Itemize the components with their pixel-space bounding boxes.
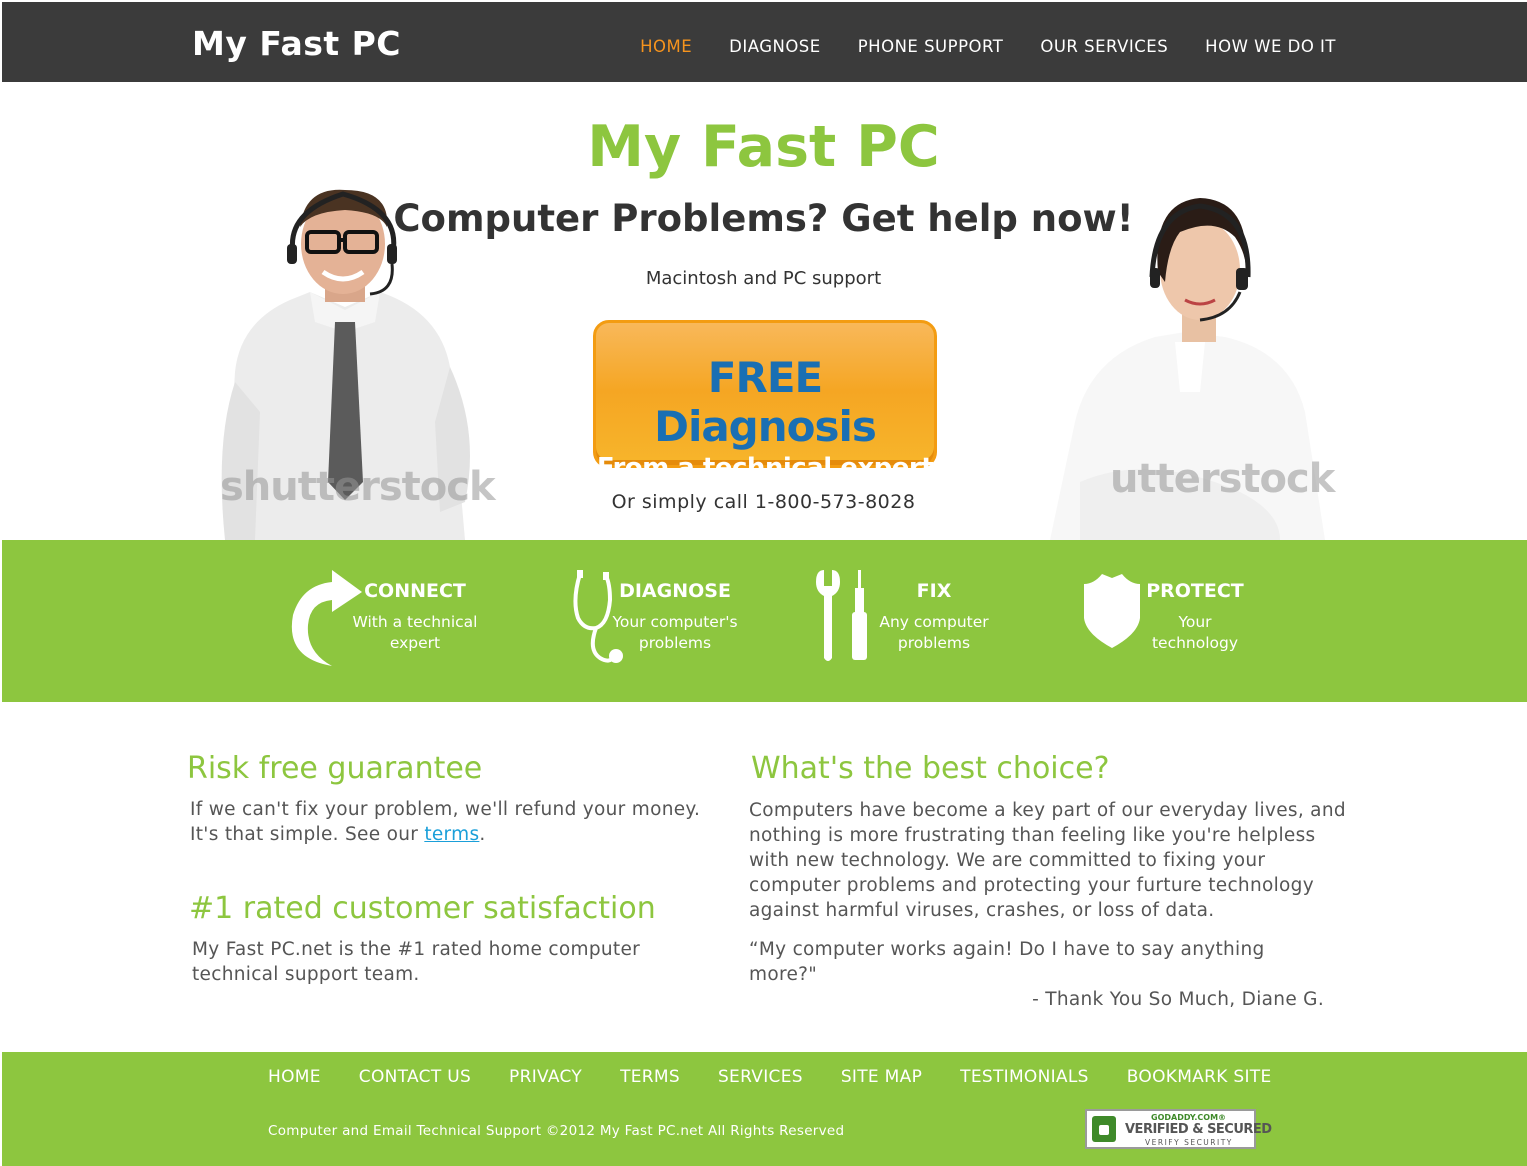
nav-diagnose[interactable]: DIAGNOSE xyxy=(729,37,821,56)
footer-nav: HOME CONTACT US PRIVACY TERMS SERVICES S… xyxy=(268,1067,1272,1087)
call-phone-label: Or simply call 1-800-573-8028 xyxy=(611,491,916,513)
cta-main-label: FREE Diagnosis xyxy=(654,353,877,451)
nav-home[interactable]: HOME xyxy=(640,37,692,56)
footer-link-testimonials[interactable]: TESTIMONIALS xyxy=(960,1067,1089,1087)
hero-title: My Fast PC xyxy=(587,114,940,180)
seal-title: VERIFIED & SECURED xyxy=(1125,1122,1272,1137)
feature-title: DIAGNOSE xyxy=(619,580,731,602)
top-navbar: My Fast PC HOME DIAGNOSE PHONE SUPPORT O… xyxy=(2,2,1527,82)
hero-section: shutterstock utterstock My Fast PC Compu… xyxy=(0,82,1527,540)
copyright-text: Computer and Email Technical Support ©20… xyxy=(268,1123,845,1139)
feature-desc: Your technology xyxy=(1151,613,1239,652)
feature-diagnose: DIAGNOSE Your computer's problems xyxy=(570,568,800,678)
feature-desc: Your computer's problems xyxy=(612,613,738,652)
guarantee-title: Risk free guarantee xyxy=(187,751,483,786)
wrench-screwdriver-icon xyxy=(816,570,867,661)
rated-title: #1 rated customer satisfaction xyxy=(189,891,656,926)
hero-tagline: Macintosh and PC support xyxy=(645,268,882,289)
features-band: CONNECT With a technical expert DIAGNOSE … xyxy=(2,540,1527,702)
choice-title: What's the best choice? xyxy=(751,751,1110,786)
lock-icon xyxy=(1092,1116,1116,1142)
terms-link[interactable]: terms xyxy=(424,824,479,845)
feature-title: PROTECT xyxy=(1146,580,1244,602)
footer-link-privacy[interactable]: PRIVACY xyxy=(509,1067,582,1087)
hero-subtitle: Computer Problems? Get help now! xyxy=(393,197,1134,240)
footer: HOME CONTACT US PRIVACY TERMS SERVICES S… xyxy=(2,1052,1527,1166)
testimonial-quote: “My computer works again! Do I have to s… xyxy=(749,939,1265,985)
security-seal-badge[interactable]: GODADDY.COM® VERIFIED & SECURED VERIFY S… xyxy=(1085,1109,1272,1149)
testimonial: “My computer works again! Do I have to s… xyxy=(749,937,1324,1012)
footer-link-terms[interactable]: TERMS xyxy=(620,1067,680,1087)
footer-link-bookmark-site[interactable]: BOOKMARK SITE xyxy=(1127,1067,1272,1087)
rated-text: My Fast PC.net is the #1 rated home comp… xyxy=(192,939,641,985)
call-phone-text: Or simply call 1-800-573-8028 xyxy=(0,491,1527,513)
site-logo[interactable]: My Fast PC xyxy=(192,24,401,63)
feature-desc: With a technical expert xyxy=(352,613,478,652)
seal-brand: GODADDY.COM® xyxy=(1151,1113,1227,1122)
footer-link-contact-us[interactable]: CONTACT US xyxy=(359,1067,471,1087)
feature-desc: Any computer problems xyxy=(879,613,989,652)
free-diagnosis-button[interactable]: FREE Diagnosis From a technical expert xyxy=(593,320,937,483)
nav-how-we-do-it[interactable]: HOW WE DO IT xyxy=(1205,37,1336,56)
nav-phone-support[interactable]: PHONE SUPPORT xyxy=(858,37,1004,56)
main-nav: HOME DIAGNOSE PHONE SUPPORT OUR SERVICES… xyxy=(640,37,1336,56)
nav-our-services[interactable]: OUR SERVICES xyxy=(1040,37,1168,56)
footer-link-site-map[interactable]: SITE MAP xyxy=(841,1067,922,1087)
feature-title: CONNECT xyxy=(364,580,466,602)
seal-verify: VERIFY SECURITY xyxy=(1145,1138,1233,1147)
feature-fix: FIX Any computer problems xyxy=(814,568,1044,678)
feature-title: FIX xyxy=(916,580,952,602)
footer-link-services[interactable]: SERVICES xyxy=(718,1067,803,1087)
feature-connect: CONNECT With a technical expert xyxy=(290,568,520,678)
footer-link-home[interactable]: HOME xyxy=(268,1067,321,1087)
testimonial-attribution: - Thank You So Much, Diane G. xyxy=(1032,989,1324,1010)
cta-sub-label: From a technical expert xyxy=(596,453,934,483)
guarantee-text: If we can't fix your problem, we'll refu… xyxy=(190,799,701,845)
feature-protect: PROTECT Your technology xyxy=(1080,568,1310,678)
choice-text: Computers have become a key part of our … xyxy=(749,800,1346,921)
